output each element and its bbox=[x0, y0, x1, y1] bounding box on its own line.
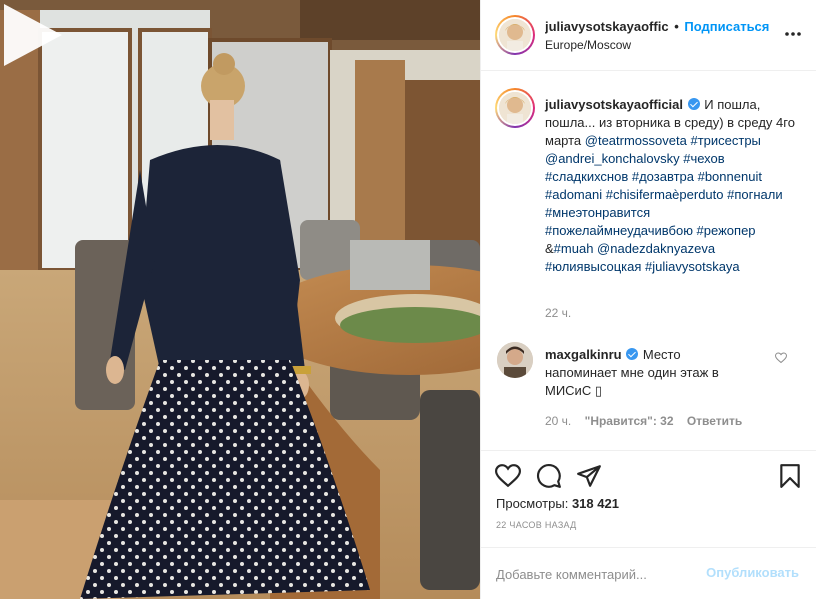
mention-link[interactable]: @andrei_konchalovsky bbox=[545, 151, 680, 166]
commenter-username[interactable]: maxgalkinru bbox=[545, 347, 622, 362]
avatar-photo-icon bbox=[499, 19, 531, 51]
comment-time[interactable]: 20 ч. bbox=[545, 414, 571, 428]
share-icon[interactable] bbox=[576, 463, 602, 489]
post-sidebar: juliavysotskayaoffic • Подписаться Europ… bbox=[480, 0, 816, 599]
separator-dot: • bbox=[674, 19, 679, 34]
views-line: Просмотры: 318 421 bbox=[496, 496, 619, 511]
hashtag-links[interactable]: #трисестры bbox=[690, 133, 760, 148]
caption-text-2: & bbox=[545, 241, 554, 256]
post-header: juliavysotskayaoffic • Подписаться Europ… bbox=[481, 0, 816, 71]
hashtag-links[interactable]: #muah bbox=[554, 241, 594, 256]
header-user-line: juliavysotskayaoffic • Подписаться bbox=[545, 19, 769, 34]
views-count[interactable]: 318 421 bbox=[572, 496, 619, 511]
post-actions bbox=[481, 450, 816, 490]
bookmark-icon[interactable] bbox=[777, 463, 803, 489]
play-icon[interactable] bbox=[0, 0, 66, 70]
post-video[interactable] bbox=[0, 0, 480, 599]
add-comment-bar: Опубликовать bbox=[481, 547, 816, 599]
mention-link[interactable]: @nadezdaknyazeva bbox=[597, 241, 715, 256]
comment-input[interactable] bbox=[496, 564, 696, 584]
verified-icon bbox=[687, 98, 700, 110]
publish-button[interactable]: Опубликовать bbox=[706, 565, 799, 580]
comment-icon[interactable] bbox=[536, 463, 562, 489]
caption-username[interactable]: juliavysotskayaofficial bbox=[545, 97, 683, 112]
avatar-photo-icon bbox=[497, 342, 533, 378]
comment-body: maxgalkinru Место напоминает мне один эт… bbox=[545, 346, 755, 400]
post-caption: juliavysotskayaofficial И пошла, пошла..… bbox=[545, 96, 795, 276]
comment-like-heart-icon[interactable] bbox=[775, 352, 787, 364]
avatar-photo-icon bbox=[499, 92, 531, 124]
mention-link[interactable]: @teatrmossoveta bbox=[585, 133, 687, 148]
verified-icon bbox=[626, 348, 639, 360]
hashtag-links[interactable]: #юлиявысоцкая #juliavysotskaya bbox=[545, 259, 740, 274]
post-timestamp[interactable]: 22 часов назад bbox=[496, 520, 577, 530]
heart-icon[interactable] bbox=[495, 463, 521, 489]
commenter-avatar[interactable] bbox=[497, 342, 533, 378]
caption-time[interactable]: 22 ч. bbox=[545, 306, 571, 320]
post-location[interactable]: Europe/Moscow bbox=[545, 38, 631, 52]
views-label: Просмотры: bbox=[496, 496, 569, 511]
author-avatar[interactable] bbox=[495, 15, 535, 55]
more-icon[interactable] bbox=[783, 24, 803, 44]
author-username[interactable]: juliavysotskayaoffic bbox=[545, 19, 669, 34]
comments-section: juliavysotskayaofficial И пошла, пошла..… bbox=[481, 72, 816, 450]
follow-button[interactable]: Подписаться bbox=[684, 19, 769, 34]
video-frame-illustration bbox=[0, 0, 480, 599]
comment-meta: 20 ч. "Нравится": 32 Ответить bbox=[545, 414, 752, 428]
comment-likes[interactable]: "Нравится": 32 bbox=[585, 414, 674, 428]
reply-button[interactable]: Ответить bbox=[687, 414, 742, 428]
caption-author-avatar[interactable] bbox=[495, 88, 535, 128]
